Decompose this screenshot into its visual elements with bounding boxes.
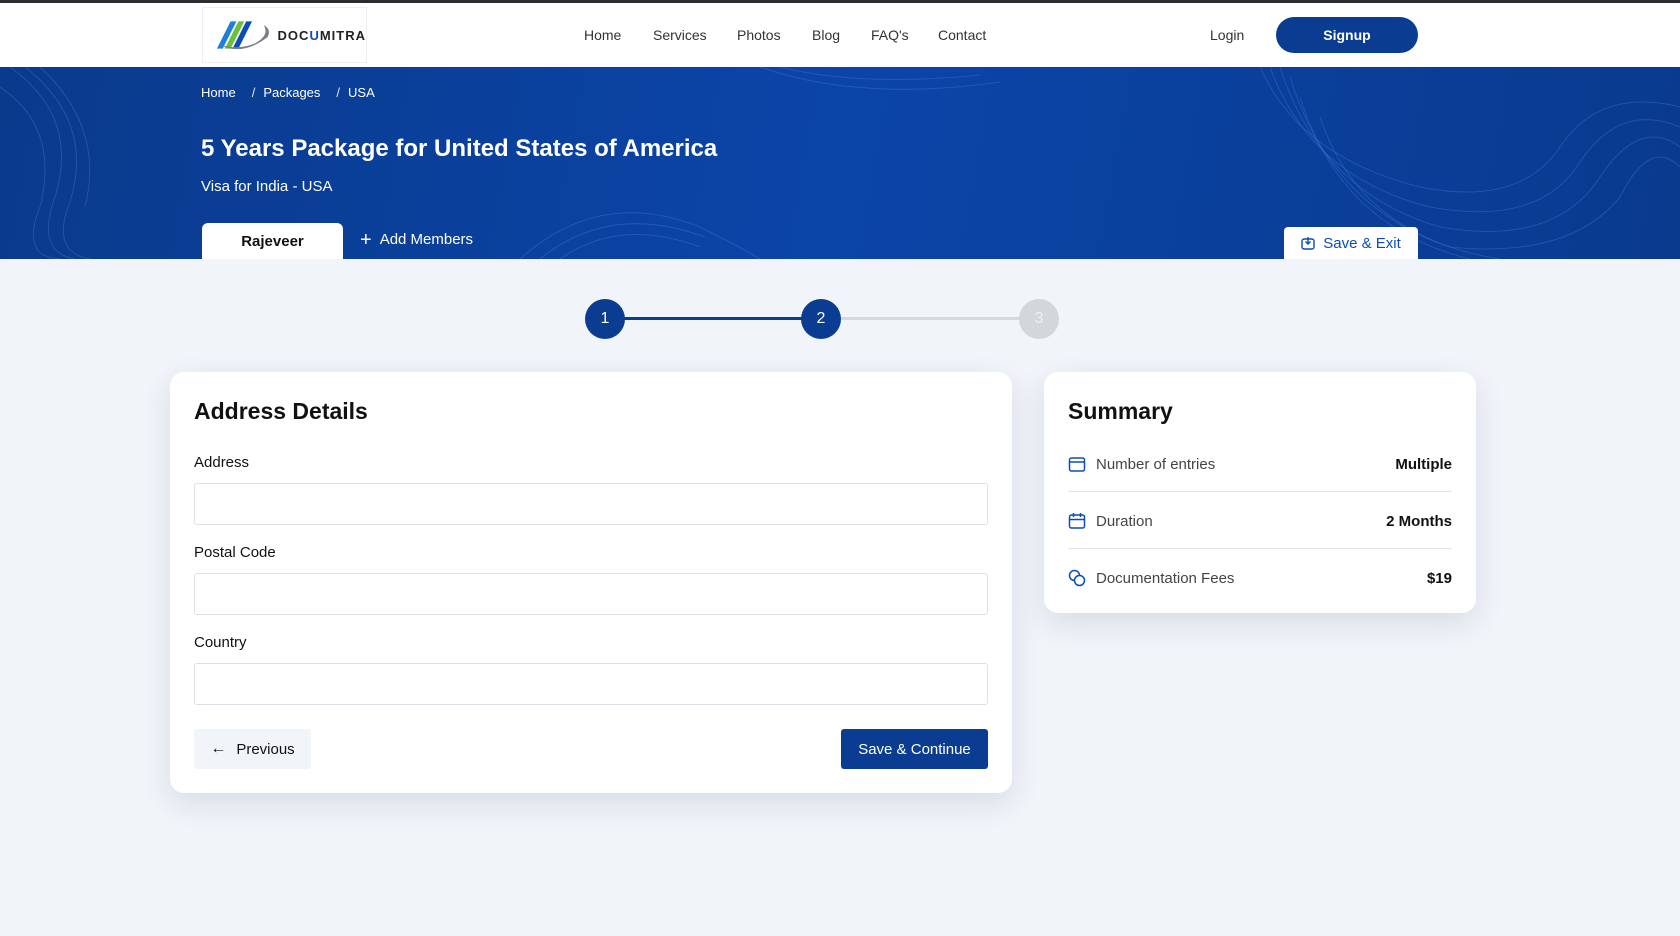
summary-divider — [1068, 491, 1452, 492]
page-subtitle: Visa for India - USA — [201, 178, 333, 195]
country-input[interactable] — [194, 663, 988, 705]
calendar-icon — [1068, 513, 1086, 529]
form-title: Address Details — [194, 398, 368, 424]
country-label: Country — [194, 634, 247, 651]
summary-label: Number of entries — [1096, 455, 1216, 473]
address-input[interactable] — [194, 483, 988, 525]
nav-home[interactable]: Home — [584, 27, 621, 43]
coins-icon — [1068, 569, 1086, 587]
save-continue-button[interactable]: Save & Continue — [841, 729, 988, 769]
summary-row-fees: Documentation Fees $19 — [1068, 550, 1452, 606]
step-3: 3 — [1019, 299, 1059, 339]
ticket-icon — [1068, 457, 1086, 472]
add-members-label: Add Members — [379, 231, 474, 248]
step-2[interactable]: 2 — [801, 299, 841, 339]
signup-button[interactable]: Signup — [1276, 17, 1418, 53]
nav-services[interactable]: Services — [653, 27, 707, 43]
address-label: Address — [194, 454, 250, 471]
main-nav: Home Services Photos Blog FAQ's Contact — [0, 3, 1680, 67]
summary-divider — [1068, 548, 1452, 549]
summary-title: Summary — [1068, 398, 1173, 424]
page-title: 5 Years Package for United States of Ame… — [201, 135, 718, 162]
summary-row-entries: Number of entries Multiple — [1068, 436, 1452, 492]
summary-card: Summary Number of entries Multiple Durat… — [1044, 372, 1476, 613]
postal-code-input[interactable] — [194, 573, 988, 615]
step-1[interactable]: 1 — [585, 299, 625, 339]
save-icon — [1301, 237, 1315, 250]
breadcrumb-separator: / — [251, 85, 256, 100]
progress-stepper: 1 2 3 — [585, 299, 1059, 339]
nav-photos[interactable]: Photos — [737, 27, 781, 43]
summary-label: Duration — [1096, 512, 1153, 530]
summary-value: 2 Months — [1386, 512, 1452, 530]
nav-blog[interactable]: Blog — [812, 27, 840, 43]
step-connector-complete — [623, 317, 803, 320]
breadcrumb-home[interactable]: Home — [201, 85, 236, 100]
login-link[interactable]: Login — [1210, 27, 1244, 43]
save-exit-button[interactable]: Save & Exit — [1284, 227, 1418, 259]
arrow-left-icon: ← — [210, 740, 227, 757]
breadcrumb-separator: / — [336, 85, 341, 100]
add-members-button[interactable]: + Add Members — [360, 228, 474, 251]
previous-button[interactable]: ← Previous — [194, 729, 311, 769]
nav-contact[interactable]: Contact — [938, 27, 986, 43]
nav-faq[interactable]: FAQ's — [871, 27, 909, 43]
address-form-card: Address Details Address Postal Code Coun… — [170, 372, 1012, 793]
site-header: DOCUMITRA Home Services Photos Blog FAQ'… — [0, 3, 1680, 67]
step-connector-pending — [839, 317, 1023, 320]
previous-label: Previous — [236, 740, 295, 758]
breadcrumb-current: USA — [348, 85, 375, 100]
member-tab-active[interactable]: Rajeveer — [202, 223, 343, 259]
summary-label: Documentation Fees — [1096, 569, 1235, 587]
plus-icon: + — [360, 228, 372, 251]
summary-value: Multiple — [1395, 455, 1452, 473]
save-exit-label: Save & Exit — [1323, 234, 1401, 252]
breadcrumb: Home / Packages / USA — [201, 85, 375, 100]
summary-row-duration: Duration 2 Months — [1068, 493, 1452, 549]
hero-banner: Home / Packages / USA 5 Years Package fo… — [0, 67, 1680, 259]
breadcrumb-packages[interactable]: Packages — [263, 85, 320, 100]
summary-value: $19 — [1426, 569, 1452, 587]
postal-code-label: Postal Code — [194, 544, 276, 561]
